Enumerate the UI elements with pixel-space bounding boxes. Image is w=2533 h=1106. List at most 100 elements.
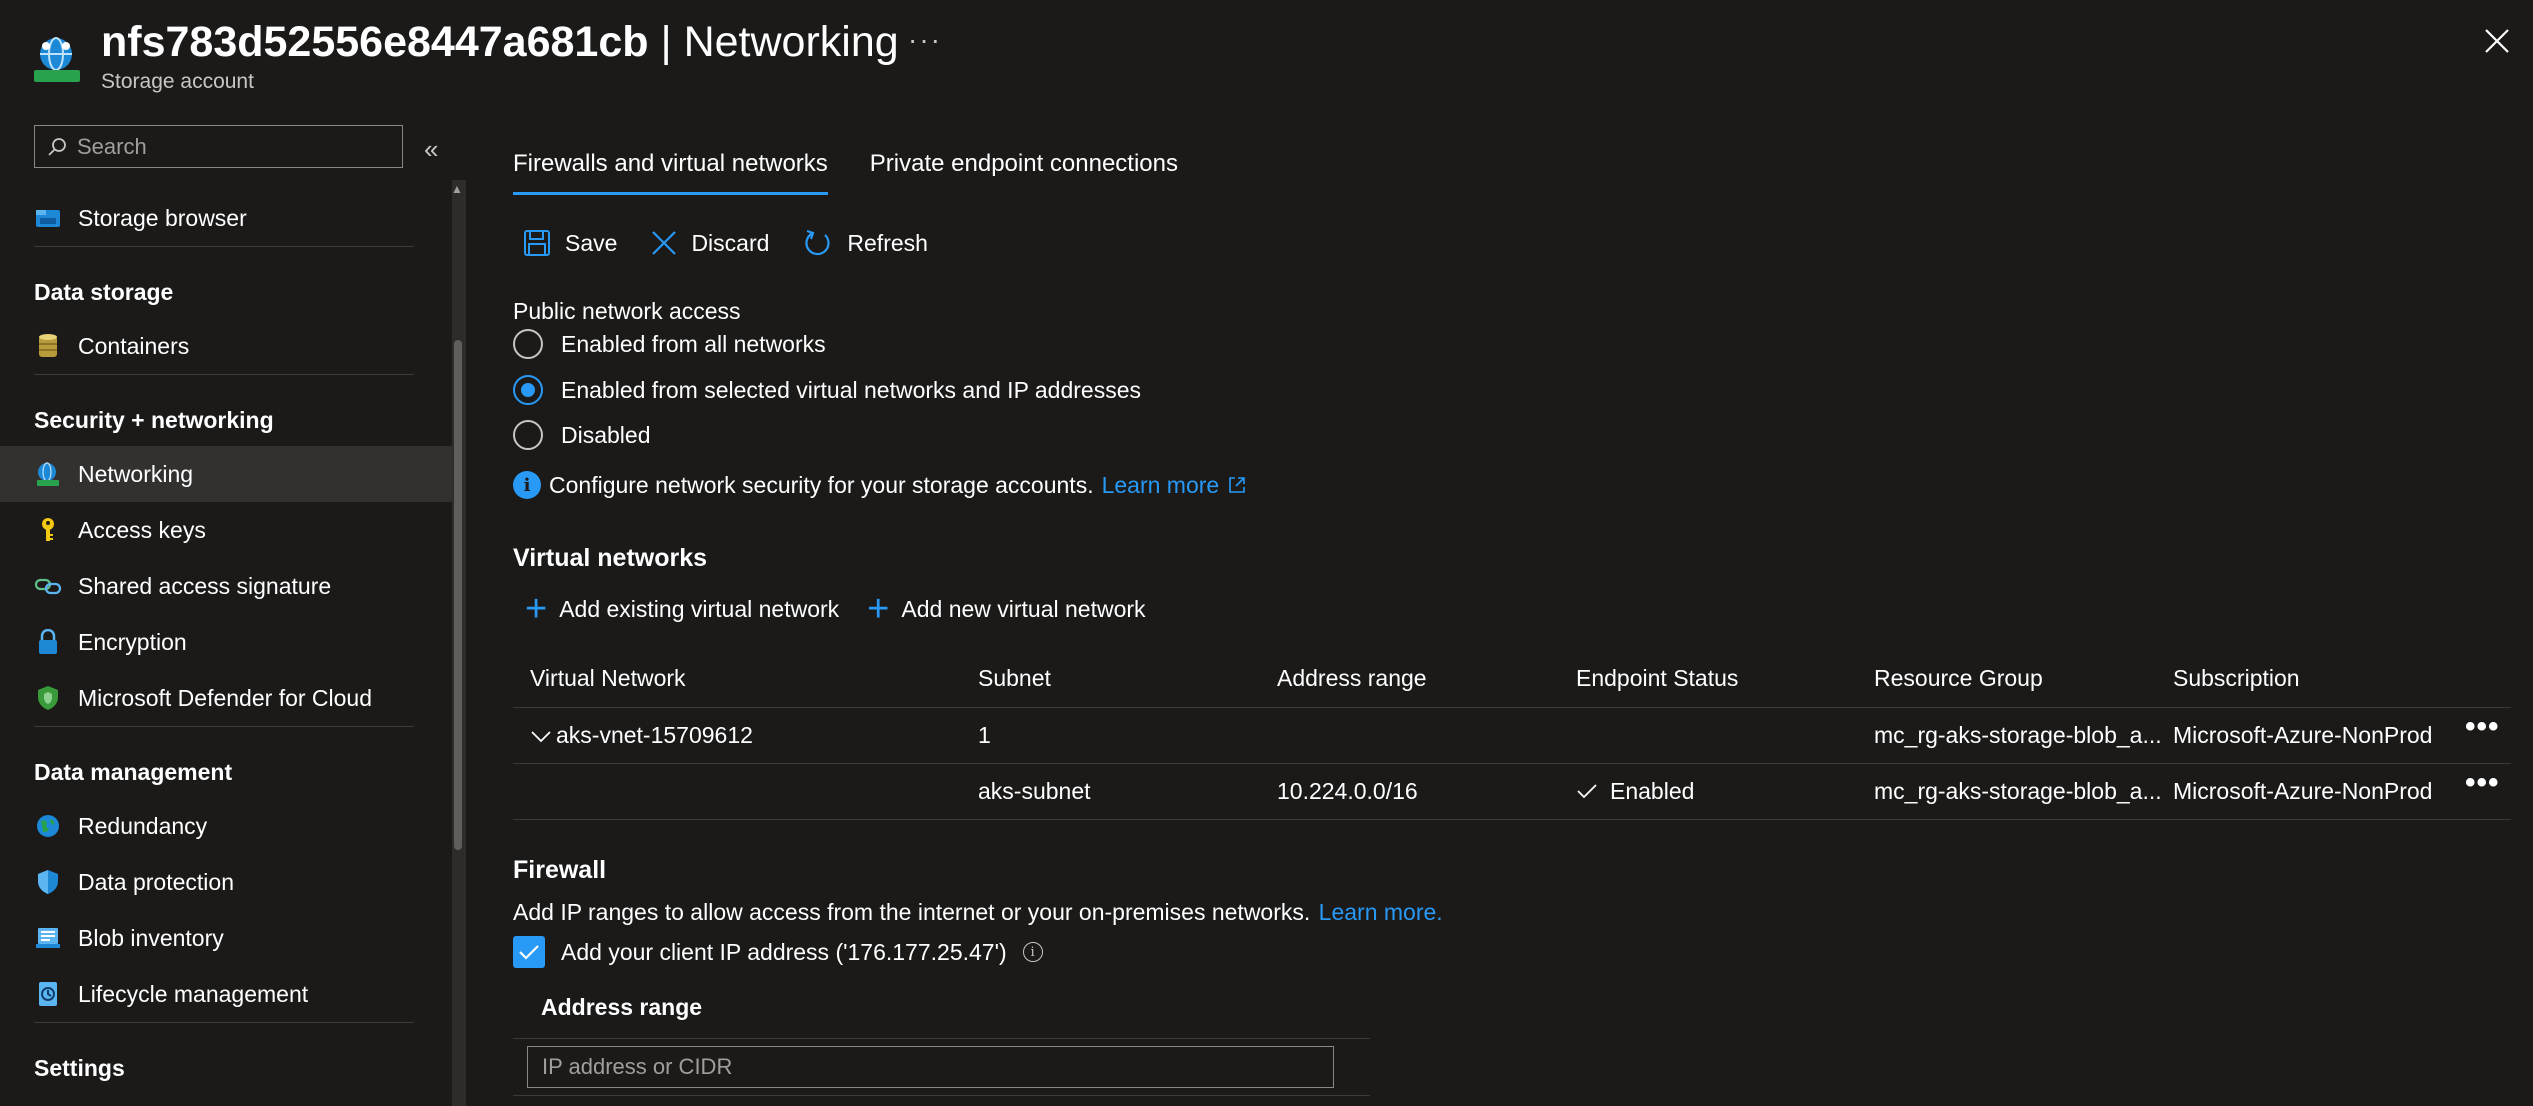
collapse-sidebar-button[interactable]: « (424, 134, 438, 165)
row-more-button[interactable]: ••• (2465, 710, 2500, 744)
add-existing-label: Add existing virtual network (559, 595, 840, 622)
info-text: Configure network security for your stor… (549, 471, 1094, 498)
command-bar: Save Discard Refresh (523, 228, 928, 258)
client-ip-label: Add your client IP address ('176.177.25.… (561, 938, 1007, 965)
section-data-storage: Data storage (34, 246, 414, 318)
row-more-button[interactable]: ••• (2465, 766, 2500, 800)
info-icon[interactable]: i (1022, 942, 1043, 962)
sidebar-item-shared-access-signature[interactable]: Shared access signature (0, 558, 452, 614)
refresh-label: Refresh (847, 229, 928, 256)
radio-label: Disabled (561, 421, 651, 448)
sidebar-item-label: Encryption (78, 628, 187, 655)
sidebar: « Storage browser Data storage Container… (0, 110, 466, 1106)
sidebar-scrollbar-thumb[interactable] (454, 340, 462, 850)
section-data-management: Data management (34, 726, 414, 798)
add-new-vnet-button[interactable]: + Add new virtual network (867, 588, 1145, 630)
sidebar-item-label: Lifecycle management (78, 980, 309, 1007)
learn-more-link[interactable]: Learn more (1102, 472, 1220, 499)
address-range-input[interactable] (527, 1046, 1334, 1088)
vnet-actions: + Add existing virtual network + Add new… (525, 588, 1146, 630)
table-row[interactable]: aks-subnet 10.224.0.0/16 Enabled mc_rg-a… (513, 764, 2511, 820)
subnet-cell: aks-subnet (978, 778, 1091, 804)
sidebar-item-networking[interactable]: Networking (0, 446, 452, 502)
info-message: i Configure network security for your st… (513, 471, 1247, 499)
search-input[interactable] (77, 133, 377, 160)
sidebar-item-label: Storage browser (78, 204, 247, 231)
containers-icon (34, 332, 62, 360)
status-cell: Enabled (1576, 778, 1694, 805)
globe-icon (34, 812, 62, 840)
sidebar-item-containers[interactable]: Containers (0, 318, 452, 374)
sidebar-item-label: Blob inventory (78, 924, 224, 951)
external-link-icon[interactable] (1227, 475, 1247, 495)
networking-icon (34, 460, 62, 488)
sidebar-item-redundancy[interactable]: Redundancy (0, 798, 452, 854)
sidebar-item-data-protection[interactable]: Data protection (0, 854, 452, 910)
sidebar-item-defender[interactable]: Microsoft Defender for Cloud (0, 670, 452, 726)
lifecycle-icon (34, 980, 62, 1008)
client-ip-checkbox-row[interactable]: Add your client IP address ('176.177.25.… (513, 936, 1043, 968)
key-icon (34, 516, 62, 544)
column-header[interactable]: Subscription (2173, 665, 2300, 692)
storage-networking-resource-icon (34, 37, 80, 82)
protection-shield-icon (34, 868, 62, 896)
save-button[interactable]: Save (523, 229, 617, 257)
radio-label: Enabled from selected virtual networks a… (561, 376, 1141, 403)
main-content: Firewalls and virtual networks Private e… (513, 110, 2513, 1106)
chevron-down-icon[interactable] (530, 730, 552, 744)
radio-button[interactable] (513, 329, 543, 359)
sidebar-item-access-keys[interactable]: Access keys (0, 502, 452, 558)
subnet-cell: 1 (978, 722, 991, 748)
inventory-icon (34, 924, 62, 952)
radio-enabled-all-networks[interactable]: Enabled from all networks (513, 329, 826, 359)
column-header[interactable]: Subnet (978, 665, 1051, 692)
sidebar-item-encryption[interactable]: Encryption (0, 614, 452, 670)
subscription-cell: Microsoft-Azure-NonProd (2173, 778, 2433, 804)
sidebar-item-lifecycle-management[interactable]: Lifecycle management (0, 966, 452, 1022)
add-existing-vnet-button[interactable]: + Add existing virtual network (525, 590, 840, 628)
section-settings: Settings (34, 1022, 414, 1094)
more-options-button[interactable]: ··· (908, 24, 942, 56)
radio-enabled-selected-networks[interactable]: Enabled from selected virtual networks a… (513, 375, 1141, 405)
sidebar-item-label: Redundancy (78, 812, 208, 839)
client-ip-checkbox[interactable] (513, 936, 545, 968)
column-header[interactable]: Address range (1277, 665, 1427, 692)
public-network-access-label: Public network access (513, 298, 741, 324)
virtual-networks-table: Virtual Network Subnet Address range End… (513, 650, 2511, 820)
checkmark-icon (519, 945, 539, 960)
sidebar-item-storage-browser[interactable]: Storage browser (0, 190, 452, 246)
info-icon: i (513, 471, 541, 499)
radio-button[interactable] (513, 420, 543, 450)
plus-icon: + (867, 588, 890, 630)
scroll-up-arrow-icon[interactable]: ▲ (451, 182, 463, 196)
sidebar-item-label: Networking (78, 460, 194, 487)
firewall-learn-more-link[interactable]: Learn more. (1319, 899, 1443, 925)
close-icon[interactable] (2484, 28, 2510, 54)
radio-disabled[interactable]: Disabled (513, 420, 651, 450)
sidebar-item-label: Data protection (78, 868, 234, 895)
divider (513, 1095, 1370, 1096)
table-row[interactable]: aks-vnet-15709612 1 mc_rg-aks-storage-bl… (513, 708, 2511, 764)
column-header[interactable]: Resource Group (1874, 665, 2043, 692)
discard-button[interactable]: Discard (651, 230, 769, 257)
status-text: Enabled (1610, 778, 1695, 804)
column-header[interactable]: Endpoint Status (1576, 665, 1738, 692)
tab-bar: Firewalls and virtual networks Private e… (513, 150, 1178, 195)
discard-label: Discard (691, 229, 770, 256)
refresh-button[interactable]: Refresh (803, 228, 928, 258)
vnet-name: aks-vnet-15709612 (556, 722, 753, 748)
tab-firewalls-and-virtual-networks[interactable]: Firewalls and virtual networks (513, 150, 828, 195)
discard-icon (652, 231, 677, 255)
page-title: nfs783d52556e8447a681cb | Networking (101, 14, 899, 70)
sidebar-item-blob-inventory[interactable]: Blob inventory (0, 910, 452, 966)
table-header-row: Virtual Network Subnet Address range End… (513, 650, 2511, 708)
firewall-desc-text: Add IP ranges to allow access from the i… (513, 899, 1311, 925)
search-box[interactable] (34, 125, 403, 168)
page-subtitle: Storage account (101, 70, 254, 93)
radio-button[interactable] (513, 375, 543, 405)
tab-private-endpoint-connections[interactable]: Private endpoint connections (870, 150, 1178, 195)
resource-name: nfs783d52556e8447a681cb (101, 18, 649, 66)
vnet-cell: aks-vnet-15709612 (530, 722, 753, 749)
column-header[interactable]: Virtual Network (530, 665, 686, 692)
radio-label: Enabled from all networks (561, 330, 826, 357)
